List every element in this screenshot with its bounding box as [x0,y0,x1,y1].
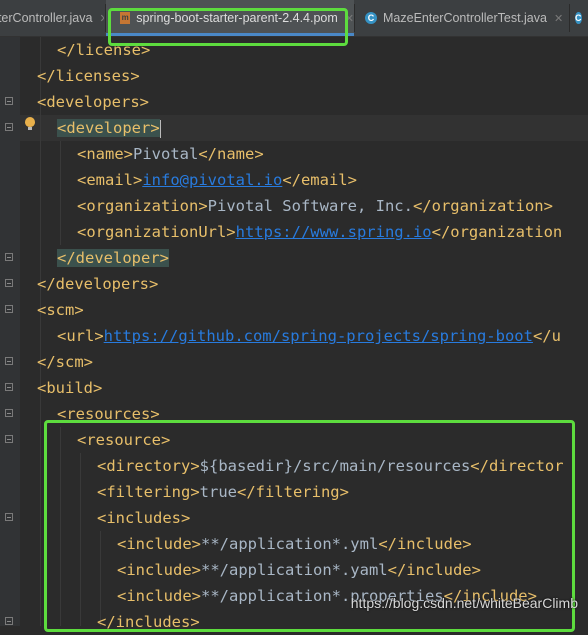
code-token: <include> [117,587,201,605]
tab-controller-java[interactable]: nterController.java ✕ [0,0,104,36]
code-line[interactable]: </developers> [0,271,158,297]
code-line[interactable]: <includes> [0,505,190,531]
code-token: </includes> [97,613,200,631]
editor-tab-bar: nterController.java ✕ m spring-boot-star… [0,0,588,37]
tab-label: nterController.java [0,11,92,25]
code-line[interactable]: <url>https://github.com/spring-projects/… [0,323,561,349]
code-token: <url> [57,327,104,345]
code-token: <include> [117,535,201,553]
code-line[interactable]: <developers> [0,89,149,115]
java-class-icon: C [365,12,377,24]
code-token: </organization> [413,197,553,215]
code-token: </u [533,327,561,345]
code-line[interactable]: <developer> [0,115,161,141]
code-token: <include> [117,561,201,579]
code-token: </license> [57,41,150,59]
code-line[interactable]: <build> [0,375,102,401]
code-link[interactable]: https://www.spring.io [236,223,432,241]
java-class-icon: C [575,12,582,24]
code-line[interactable]: <name>Pivotal</name> [0,141,264,167]
code-line[interactable]: <email>info@pivotal.io</email> [0,167,357,193]
code-line[interactable]: </scm> [0,349,93,375]
code-line[interactable]: <directory>${basedir}/src/main/resources… [0,453,564,479]
code-token: </organization [432,223,563,241]
active-tab-indicator [106,33,354,36]
code-token: <organizationUrl> [77,223,236,241]
matched-tag: <developer> [57,119,160,137]
code-token: <resources> [57,405,160,423]
code-token: **/application*.yaml [201,561,388,579]
code-token: Pivotal [133,145,198,163]
watermark-text: https://blog.csdn.net/whiteBearClimb [351,588,578,618]
close-tab-icon[interactable]: ✕ [345,12,354,25]
tab-maze-enter-controller-test[interactable]: C MazeEnterControllerTest.java ✕ [355,0,569,36]
tab-overflow-class[interactable]: C B [570,0,588,36]
maven-pom-icon: m [120,12,130,24]
code-token: <organization> [77,197,208,215]
code-token: </developers> [37,275,158,293]
code-line[interactable]: <filtering>true</filtering> [0,479,349,505]
code-token: <directory> [97,457,200,475]
tab-label: MazeEnterControllerTest.java [383,11,547,25]
code-token: ${basedir}/src/main/resources [200,457,471,475]
tab-label: spring-boot-starter-parent-2.4.4.pom [136,11,337,25]
code-line[interactable]: <resource> [0,427,170,453]
code-line[interactable]: <scm> [0,297,84,323]
code-token: <developers> [37,93,149,111]
code-line[interactable]: <include>**/application*.yaml</include> [0,557,481,583]
code-token: Pivotal Software, Inc. [208,197,413,215]
code-line[interactable]: <resources> [0,401,160,427]
code-line[interactable]: </includes> [0,609,200,635]
code-token: </include> [388,561,481,579]
code-line[interactable]: <include>**/application*.yml</include> [0,531,472,557]
code-token: <email> [77,171,142,189]
tab-spring-boot-starter-parent-pom[interactable]: m spring-boot-starter-parent-2.4.4.pom ✕ [106,0,354,36]
matched-tag: </developer> [57,249,169,267]
text-caret [160,120,161,138]
code-token: true [200,483,237,501]
code-token: </include> [378,535,471,553]
code-line[interactable]: </license> [0,37,150,63]
code-token: </licenses> [37,67,140,85]
code-token: <includes> [97,509,190,527]
code-token: </scm> [37,353,93,371]
code-link[interactable]: info@pivotal.io [142,171,282,189]
code-token: <resource> [77,431,170,449]
code-link[interactable]: https://github.com/spring-projects/sprin… [104,327,533,345]
code-token: </director [470,457,563,475]
code-line[interactable]: <organizationUrl>https://www.spring.io</… [0,219,562,245]
code-line[interactable]: <organization>Pivotal Software, Inc.</or… [0,193,553,219]
code-token: </email> [282,171,357,189]
code-token: <scm> [37,301,84,319]
code-token: <filtering> [97,483,200,501]
code-token: </filtering> [237,483,349,501]
code-token: **/application*.yml [201,535,378,553]
code-token: <build> [37,379,102,397]
code-line[interactable]: </licenses> [0,63,140,89]
close-tab-icon[interactable]: ✕ [99,12,104,25]
code-token: <name> [77,145,133,163]
code-token: </name> [198,145,263,163]
close-tab-icon[interactable]: ✕ [554,12,563,25]
code-line[interactable]: </developer> [0,245,169,271]
